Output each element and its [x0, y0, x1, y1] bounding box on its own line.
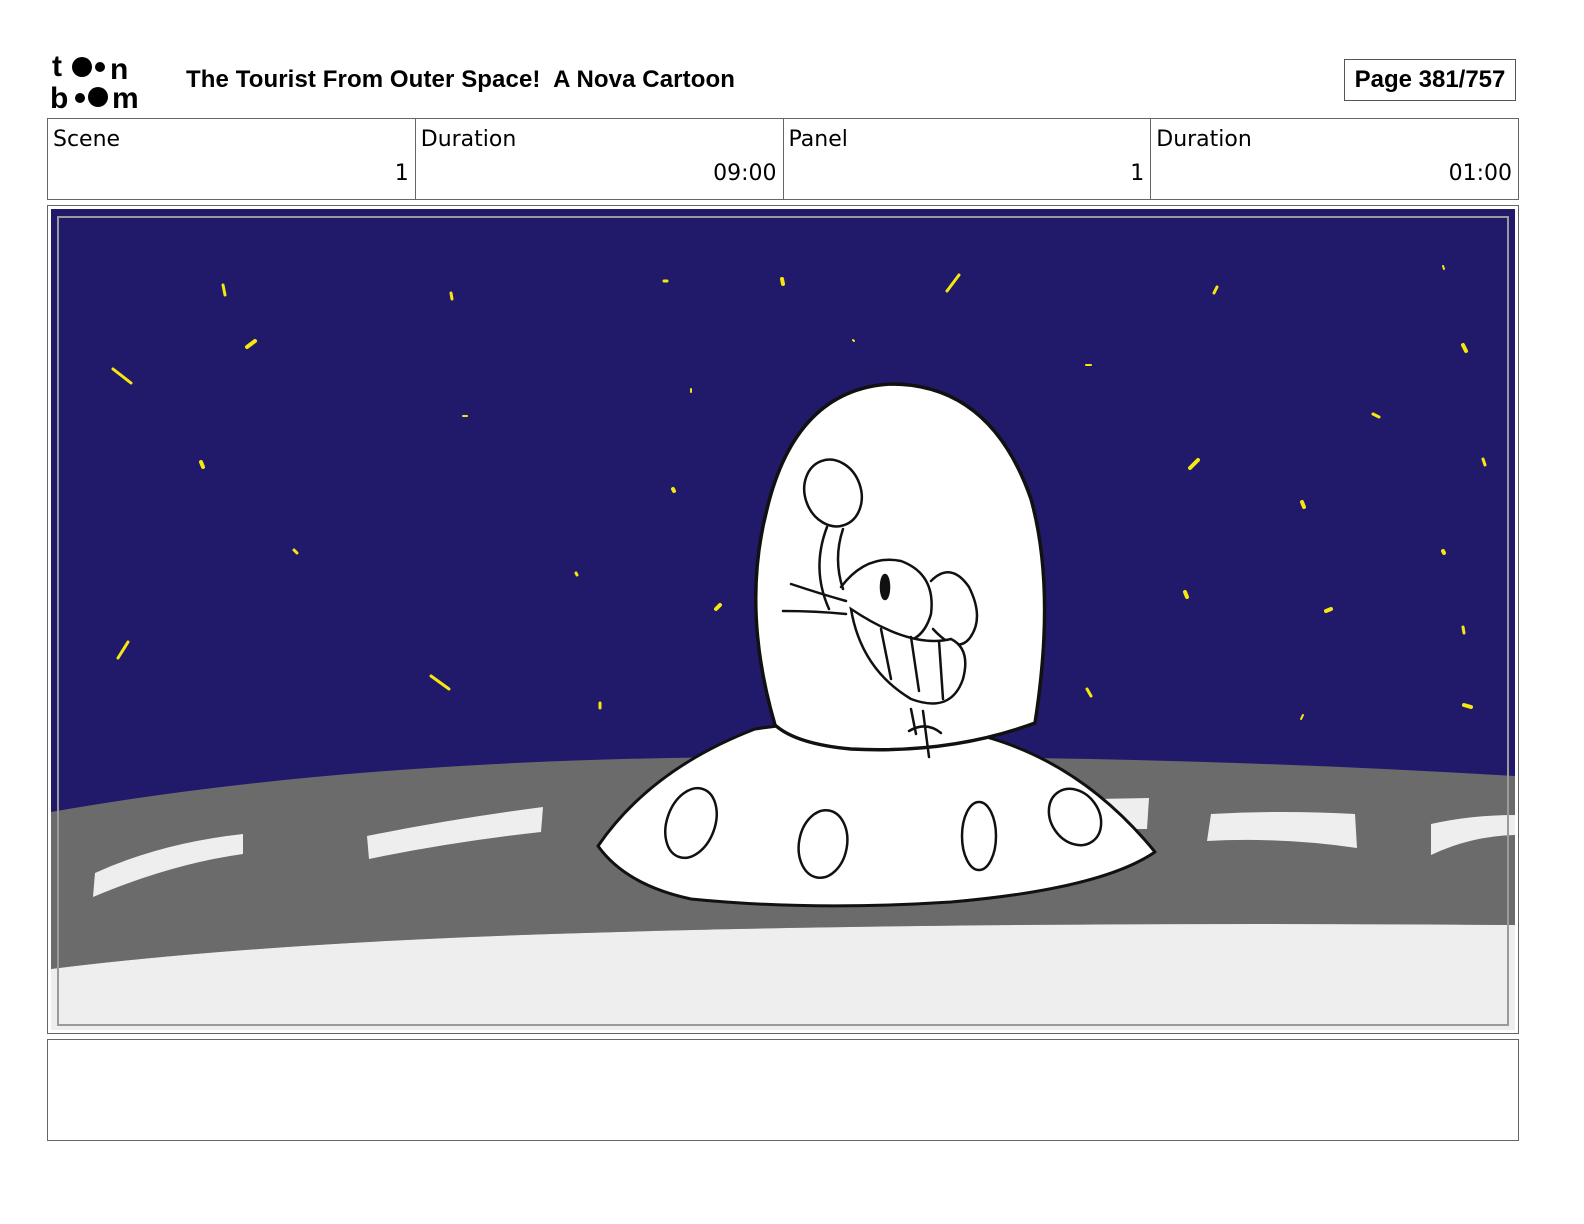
scene-duration-label: Duration — [420, 127, 517, 152]
svg-text:b: b — [50, 82, 68, 112]
panel-notes — [47, 1039, 1519, 1141]
page-indicator: Page 381/757 — [1344, 59, 1516, 101]
panel-duration-value: 01:00 — [1448, 161, 1512, 186]
scene-duration-cell: Duration 09:00 — [416, 119, 784, 199]
panel-duration-cell: Duration 01:00 — [1151, 119, 1518, 199]
svg-text:m: m — [112, 82, 139, 112]
ufo-dome — [754, 382, 1047, 752]
scene-label: Scene — [53, 127, 121, 152]
scene-cell: Scene 1 — [48, 119, 416, 199]
scene-value: 1 — [394, 161, 409, 186]
document-title: The Tourist From Outer Space! A Nova Car… — [186, 66, 735, 93]
panel-value: 1 — [1130, 161, 1145, 186]
panel-info-table: Scene 1 Duration 09:00 Panel 1 Duration … — [47, 118, 1519, 200]
scene-duration-value: 09:00 — [713, 161, 777, 186]
toon-boom-logo: t n b m — [50, 50, 139, 112]
panel-cell: Panel 1 — [784, 119, 1152, 199]
svg-text:t: t — [52, 50, 62, 83]
storyboard-panel-image — [51, 209, 1515, 1030]
panel-duration-label: Duration — [1156, 127, 1252, 152]
panel-label: Panel — [788, 127, 848, 152]
